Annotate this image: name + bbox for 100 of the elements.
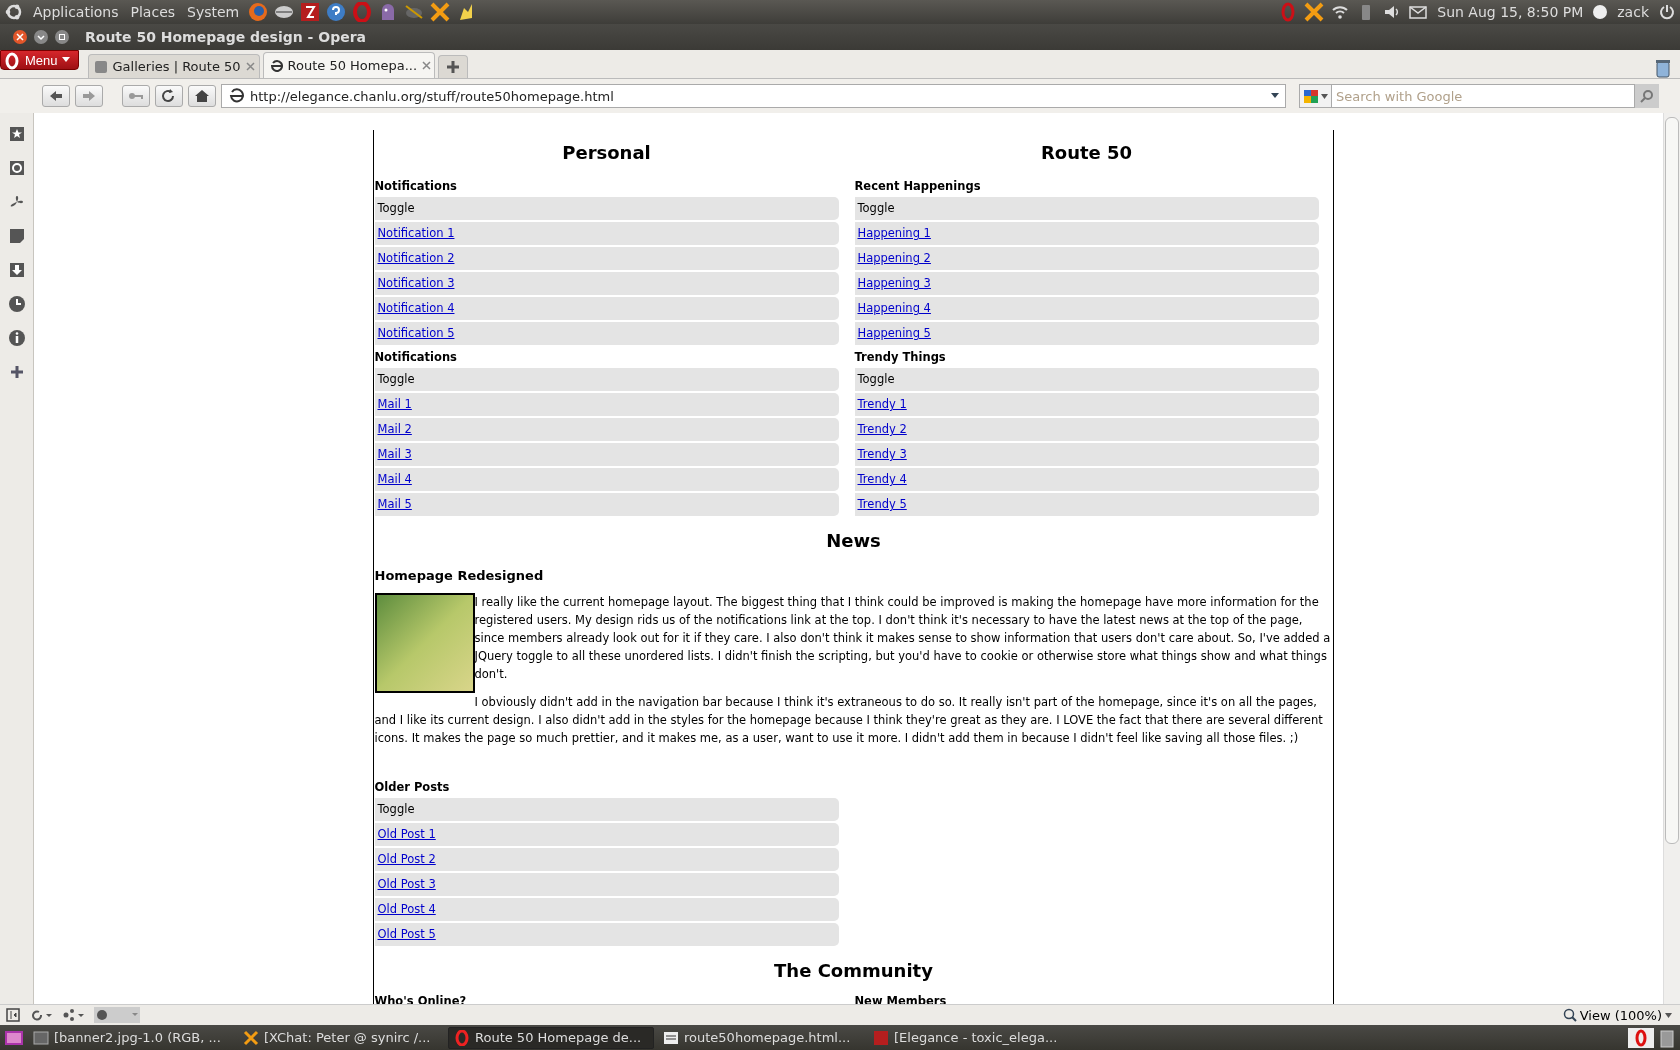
community-heading: The Community [773, 959, 934, 983]
maximize-icon[interactable] [54, 29, 70, 45]
list-link[interactable]: Old Post 1 [377, 827, 436, 842]
user-status-icon [1592, 4, 1609, 20]
article-paragraph: I really like the current homepage layout. The biggest thing that I think could be improved is making the homepage have more information for the registered users. My design rids us of the notifications link at the top. I don't think it's necessary to have the latest news at the top of the page, since members already look out for it if they care. I also don't think it makes sense to show information that users don't care about. So, I've added a JQuery toggle to all these unordered lists. I didn't finish the scripting, but you'd have to cookie or otherwise store what things show and what things don't. [474, 594, 1332, 683]
wand-button[interactable] [122, 85, 150, 107]
list-link[interactable]: Notification 3 [377, 276, 455, 291]
list-link[interactable]: Happening 3 [857, 276, 931, 291]
panel-menu[interactable]: System [184, 4, 243, 20]
window-icon [33, 1029, 49, 1046]
forward-arrow-icon [81, 89, 97, 103]
trash-icon[interactable] [1658, 1027, 1676, 1048]
list-link[interactable]: Mail 3 [377, 447, 412, 462]
toggle-label[interactable]: Toggle [377, 802, 415, 817]
list-link[interactable]: Mail 4 [377, 472, 412, 487]
panel-toggle-icon[interactable] [6, 1008, 20, 1022]
minimize-icon[interactable] [33, 29, 49, 45]
list-link[interactable]: Happening 5 [857, 326, 931, 341]
list-link[interactable]: Trendy 3 [857, 447, 907, 462]
help-icon[interactable] [326, 2, 347, 22]
taskbar-item[interactable]: route50homepage.html... [658, 1026, 864, 1049]
close-icon[interactable] [12, 29, 28, 45]
list-link[interactable]: Mail 5 [377, 497, 412, 512]
gear-icon[interactable] [7, 159, 26, 177]
address-field[interactable]: http://elegance.chanlu.org/stuff/route50homepage.html [221, 84, 1286, 108]
search-icon[interactable] [1640, 89, 1654, 103]
list-link[interactable]: Old Post 3 [377, 877, 436, 892]
search-field[interactable]: Search with Google [1332, 84, 1635, 108]
list-link[interactable]: Old Post 2 [377, 852, 436, 867]
opera-logo-icon [5, 52, 19, 70]
google-icon[interactable] [1303, 88, 1319, 104]
list-link[interactable]: Notification 2 [377, 251, 455, 266]
home-button[interactable] [188, 85, 216, 107]
firefox-icon[interactable] [248, 2, 269, 22]
list-link[interactable]: Trendy 2 [857, 422, 907, 437]
xchat-icon[interactable] [430, 2, 451, 22]
toggle-label[interactable]: Toggle [377, 372, 415, 387]
zoom-icon [1562, 1008, 1577, 1022]
dropdown-caret-icon[interactable] [1271, 93, 1279, 99]
taskbar-item[interactable]: [banner2.jpg-1.0 (RGB, ... [28, 1026, 234, 1049]
list-link[interactable]: Notification 1 [377, 226, 455, 241]
list-link[interactable]: Trendy 4 [857, 472, 907, 487]
info-icon[interactable] [7, 329, 26, 347]
list-link[interactable]: Happening 2 [857, 251, 931, 266]
taskbar-label: route50homepage.html... [684, 1030, 851, 1045]
page-icon [228, 88, 244, 104]
note-icon[interactable] [7, 227, 26, 245]
toggle-label[interactable]: Toggle [857, 372, 895, 387]
list-link[interactable]: Trendy 5 [857, 497, 907, 512]
reload-button[interactable] [155, 85, 183, 107]
tab-label: Route 50 Homepa... [287, 58, 418, 73]
ubuntu-logo-icon[interactable] [4, 2, 24, 22]
zoom-control[interactable]: View (100%) [1562, 1007, 1672, 1023]
toggle-label[interactable]: Toggle [377, 201, 415, 216]
list-link[interactable]: Mail 2 [377, 422, 412, 437]
panel-menu[interactable]: Applications [30, 4, 122, 20]
browser-tab[interactable]: Galleries | Route 50 [87, 54, 260, 78]
new-tab-button[interactable] [437, 55, 468, 78]
clock[interactable]: Sun Aug 15, 8:50 PM [1434, 4, 1587, 20]
toggle-label[interactable]: Toggle [857, 201, 895, 216]
taskbar-label: Route 50 Homepage de... [475, 1030, 642, 1045]
list-link[interactable]: Happening 4 [857, 301, 931, 316]
panel-menu[interactable]: Places [127, 4, 179, 20]
sync-icon[interactable] [30, 1008, 52, 1022]
list-link[interactable]: Notification 5 [377, 326, 455, 341]
power-icon[interactable] [1658, 3, 1676, 21]
page-icon [268, 58, 283, 73]
section-heading: Trendy Things [854, 349, 946, 366]
scrollbar[interactable] [1663, 113, 1680, 1004]
column-heading: Personal [561, 141, 652, 165]
plus-icon [446, 61, 459, 73]
section-heading: Recent Happenings [854, 178, 981, 195]
opera-tray-icon[interactable] [1628, 1027, 1654, 1048]
opera-icon [454, 1029, 470, 1046]
trash-icon[interactable] [1654, 58, 1672, 78]
page-icon [93, 59, 108, 74]
clock-icon[interactable] [7, 295, 26, 313]
list-link[interactable]: Trendy 1 [857, 397, 907, 412]
menu-button[interactable]: Menu [0, 50, 79, 70]
download-icon[interactable] [7, 261, 26, 279]
list-link[interactable]: Old Post 5 [377, 927, 436, 942]
caret-icon [1665, 1012, 1672, 1018]
list-link[interactable]: Old Post 4 [377, 902, 436, 917]
xchat-tray-icon[interactable] [1304, 2, 1325, 22]
forward-button[interactable] [75, 85, 103, 107]
taskbar-item[interactable]: Route 50 Homepage de... [448, 1026, 654, 1049]
star-bookmark-icon[interactable] [7, 125, 26, 143]
home-icon [194, 89, 210, 103]
taskbar-label: [XChat: Peter @ synirc /... [264, 1030, 431, 1045]
show-desktop-icon[interactable] [4, 1028, 24, 1047]
taskbar-item[interactable]: [XChat: Peter @ synirc /... [238, 1026, 444, 1049]
list-link[interactable]: Mail 1 [377, 397, 412, 412]
taskbar-item[interactable]: [Elegance - toxic_elega... [868, 1026, 1074, 1049]
news-heading: News [825, 529, 882, 553]
article-paragraph: I obviously didn't add in the navigation bar because I think it's extraneous to do so. It really isn't part of the homepage, since it's on all the pages, and I like its current design. I also didn't add in the styles for the homepage because I think they're great as they are. I LOVE the fact that there are several different icons. It makes the page so much prettier, and it makes me, as a user, want to use it more. I didn't add them in because I didn't feel like saving all those files. ;) [374, 694, 1324, 747]
user-name[interactable]: zack [1614, 4, 1652, 20]
list-link[interactable]: Happening 1 [857, 226, 931, 241]
list-link[interactable]: Notification 4 [377, 301, 455, 316]
browser-tab[interactable]: Route 50 Homepa... [262, 52, 435, 78]
back-button[interactable] [42, 85, 70, 107]
